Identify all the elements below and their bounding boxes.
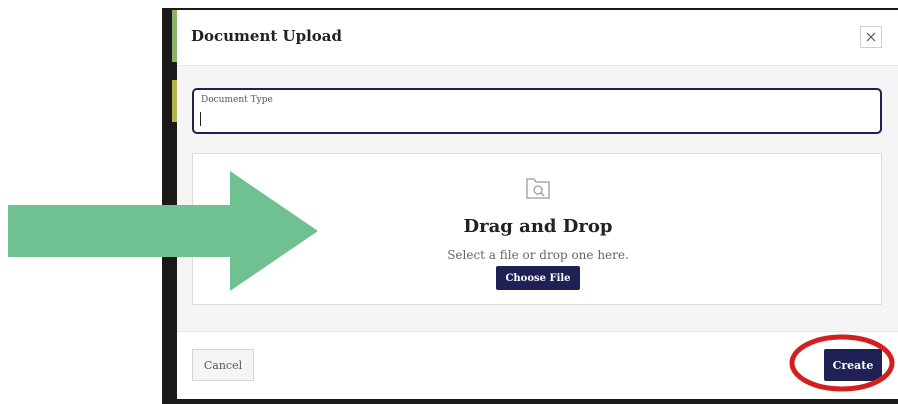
- text-caret: [200, 112, 201, 126]
- close-icon: [866, 32, 876, 42]
- modal-title: Document Upload: [191, 27, 343, 45]
- document-type-field[interactable]: Document Type: [192, 88, 882, 134]
- highlight-ellipse-annotation: [789, 334, 895, 392]
- close-button[interactable]: [860, 26, 882, 48]
- folder-search-icon: [526, 178, 550, 199]
- document-type-label: Document Type: [201, 95, 273, 105]
- choose-file-button[interactable]: Choose File: [496, 266, 580, 290]
- right-arrow-annotation: [8, 171, 318, 291]
- cancel-button[interactable]: Cancel: [192, 349, 254, 381]
- modal-header: Document Upload: [177, 10, 898, 66]
